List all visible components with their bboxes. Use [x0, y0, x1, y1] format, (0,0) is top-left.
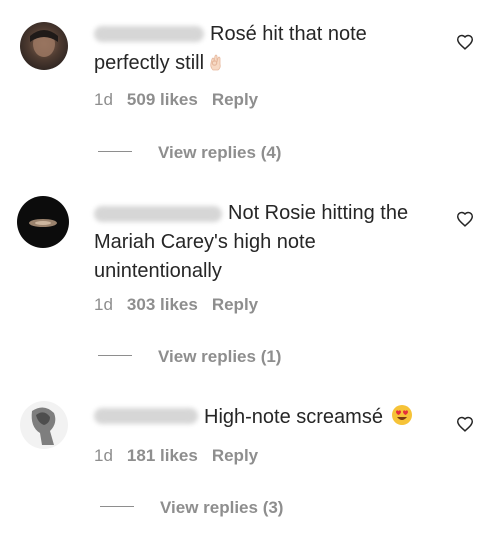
- comment-text: Not Rosie hitting the Mariah Carey's hig…: [94, 202, 409, 282]
- comment-age: 1d: [94, 90, 113, 109]
- likes-count[interactable]: 509 likes: [127, 90, 198, 109]
- reply-button[interactable]: Reply: [212, 295, 258, 314]
- heart-outline-icon[interactable]: [456, 211, 474, 227]
- avatar[interactable]: [20, 22, 68, 70]
- heart-eyes-emoji: [391, 404, 413, 426]
- avatar[interactable]: [17, 196, 69, 248]
- avatar[interactable]: [20, 401, 68, 449]
- view-replies-button[interactable]: View replies (1): [98, 347, 281, 367]
- comment-meta: 1d 509 likes Reply: [94, 90, 258, 110]
- heart-outline-icon[interactable]: [456, 34, 474, 50]
- comment-meta: 1d 181 likes Reply: [94, 446, 258, 466]
- likes-count[interactable]: 181 likes: [127, 446, 198, 465]
- comment-meta: 1d 303 likes Reply: [94, 295, 258, 315]
- comment-age: 1d: [94, 446, 113, 465]
- reply-button[interactable]: Reply: [212, 90, 258, 109]
- view-replies-button[interactable]: View replies (4): [98, 143, 281, 163]
- ok-hand-emoji: [208, 51, 224, 71]
- view-replies-button[interactable]: View replies (3): [100, 498, 283, 518]
- view-replies-label: View replies (3): [160, 498, 284, 517]
- view-replies-label: View replies (4): [158, 143, 282, 162]
- heart-outline-icon[interactable]: [456, 416, 474, 432]
- replies-divider: [98, 355, 132, 357]
- comment-text: High-note screamsé: [94, 403, 444, 432]
- replies-divider: [100, 506, 134, 508]
- view-replies-label: View replies (1): [158, 347, 282, 366]
- reply-button[interactable]: Reply: [212, 446, 258, 465]
- replies-divider: [98, 151, 132, 153]
- comment-text: Rosé hit that note perfectly still: [94, 23, 367, 74]
- likes-count[interactable]: 303 likes: [127, 295, 198, 314]
- comment-age: 1d: [94, 295, 113, 314]
